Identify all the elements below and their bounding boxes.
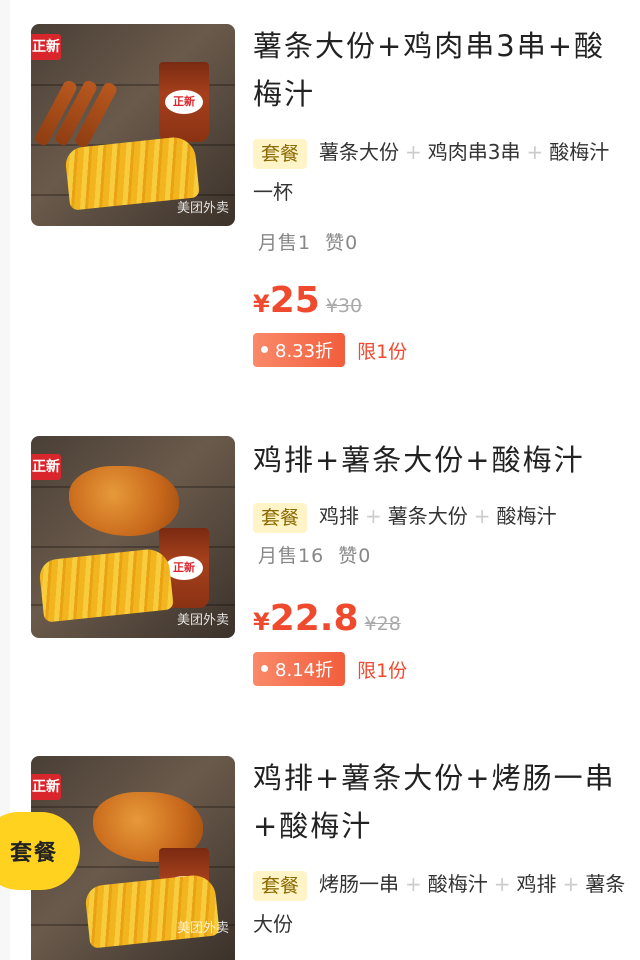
content-item: 烤肠一串 <box>319 872 400 896</box>
set-meal-tag: 套餐 <box>253 870 308 901</box>
content-item: 鸡排 <box>319 504 360 528</box>
floating-category-badge[interactable]: 套餐 <box>0 812 80 890</box>
original-price: ¥30 <box>325 295 363 317</box>
price-row: ¥25 ¥30 <box>253 280 362 321</box>
product-title[interactable]: 薯条大份+鸡肉串3串+酸梅汁 <box>253 22 628 118</box>
brand-badge: 正新 <box>31 774 61 800</box>
set-meal-tag: 套餐 <box>253 502 308 533</box>
product-title[interactable]: 鸡排+薯条大份+酸梅汁 <box>253 436 628 484</box>
brand-logo: 正新 <box>165 90 203 114</box>
current-price: 25 <box>269 280 320 321</box>
chicken-image <box>69 466 179 536</box>
purchase-limit: 限1份 <box>357 659 408 682</box>
currency-symbol: ¥ <box>253 290 270 318</box>
set-meal-tag: 套餐 <box>253 138 308 169</box>
drink-cup-image: 正新 <box>159 62 209 142</box>
product-image[interactable]: 正新 正新 美团外卖 <box>31 24 235 226</box>
brand-logo: 正新 <box>165 556 203 580</box>
original-price: ¥28 <box>364 613 401 635</box>
product-contents: 套餐 薯条大份 + 鸡肉串3串 + 酸梅汁一杯 <box>253 138 610 204</box>
discount-badge: 8.33折 <box>253 333 346 367</box>
content-item: 薯条大份 <box>319 140 400 164</box>
discount-row: 8.14折 限1份 <box>253 651 407 687</box>
product-title[interactable]: 鸡排+薯条大份+烤肠一串+酸梅汁 <box>253 754 628 850</box>
fries-image <box>84 873 220 949</box>
content-item: 鸡排 <box>516 872 557 896</box>
price-row: ¥22.8 ¥28 <box>253 598 401 639</box>
watermark: 美团外卖 <box>176 201 229 216</box>
watermark: 美团外卖 <box>176 613 229 628</box>
fries-image <box>38 547 174 623</box>
product-contents: 套餐 烤肠一串 + 酸梅汁 + 鸡排 + 薯条大份 <box>253 870 626 936</box>
monthly-sales: 月售16 <box>258 545 325 567</box>
content-item: 酸梅汁 <box>427 872 488 896</box>
discount-badge: 8.14折 <box>253 652 346 686</box>
product-contents: 套餐 鸡排 + 薯条大份 + 酸梅汁 <box>253 496 628 536</box>
likes-count: 赞0 <box>325 232 359 254</box>
watermark: 美团外卖 <box>176 921 229 936</box>
brand-badge: 正新 <box>31 454 61 480</box>
sales-info: 月售1 赞0 <box>258 228 358 255</box>
likes-count: 赞0 <box>338 545 372 567</box>
monthly-sales: 月售1 <box>258 232 312 254</box>
currency-symbol: ¥ <box>253 608 270 636</box>
current-price: 22.8 <box>269 598 359 639</box>
product-image[interactable]: 正新 正新 美团外卖 <box>31 436 235 638</box>
purchase-limit: 限1份 <box>357 340 408 363</box>
sales-info: 月售16 赞0 <box>258 541 371 568</box>
content-item: 鸡肉串3串 <box>427 140 521 164</box>
discount-row: 8.33折 限1份 <box>253 332 407 368</box>
brand-badge: 正新 <box>31 34 61 60</box>
content-item: 酸梅汁 <box>496 504 557 528</box>
content-item: 薯条大份 <box>387 504 468 528</box>
